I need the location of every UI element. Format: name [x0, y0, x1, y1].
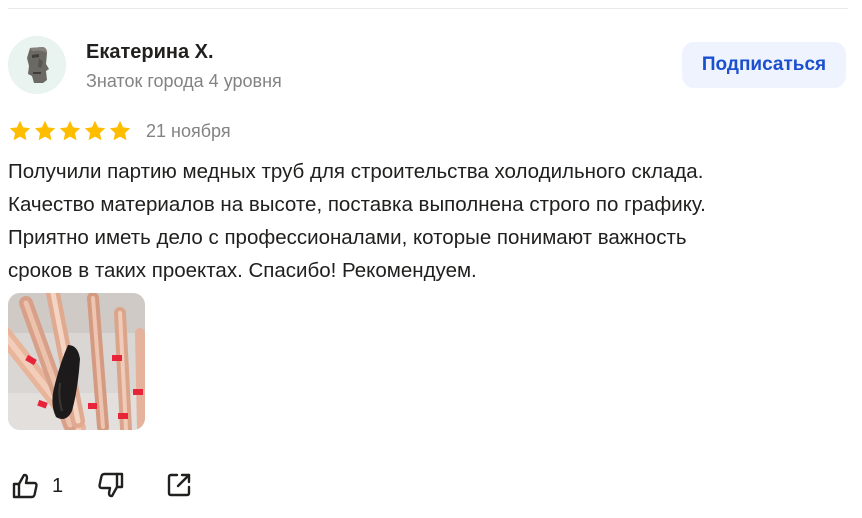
share-button[interactable]: [164, 470, 194, 505]
star-icon: [84, 120, 106, 141]
moai-statue-icon: [8, 36, 66, 94]
star-icon: [109, 120, 131, 141]
author-level: Знаток города 4 уровня: [86, 71, 282, 91]
author-name[interactable]: Екатерина Х.: [86, 40, 214, 64]
star-icon: [59, 120, 81, 141]
star-icon: [34, 120, 56, 141]
copper-pipes-photo: [8, 293, 145, 430]
star-icon: [9, 120, 31, 141]
top-divider: [8, 8, 848, 9]
author-avatar[interactable]: [8, 36, 66, 94]
subscribe-button[interactable]: Подписаться: [682, 42, 846, 88]
thumbs-up-icon: [12, 473, 38, 499]
like-count: 1: [52, 474, 64, 497]
dislike-button[interactable]: [96, 470, 126, 505]
review-date: 21 ноября: [146, 121, 231, 141]
review-text: Получили партию медных труб для строител…: [8, 160, 706, 282]
review-photo[interactable]: [8, 293, 145, 430]
like-button[interactable]: 1: [10, 470, 63, 502]
thumbs-down-icon: [98, 472, 124, 498]
rating-stars: [8, 119, 132, 143]
share-icon: [167, 473, 191, 497]
